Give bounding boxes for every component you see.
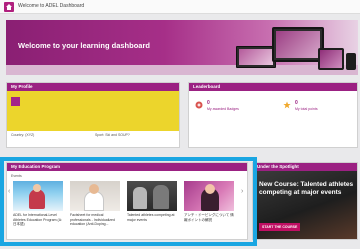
hero-banner: Welcome to your learning dashboard xyxy=(6,20,358,75)
highlight-box xyxy=(0,157,257,246)
avatar[interactable] xyxy=(11,97,20,106)
profile-panel: My Profile Country: (XYZ) Sport: Ski and… xyxy=(6,82,180,148)
top-bar: Welcome to ADEL Dashboard xyxy=(0,0,360,14)
start-course-button[interactable]: START THE COURSE xyxy=(259,223,301,231)
hero-title: Welcome to your learning dashboard xyxy=(18,41,150,50)
points-count: 0 xyxy=(295,100,298,106)
spotlight-title: Under the Spotlight xyxy=(257,164,299,169)
home-icon[interactable] xyxy=(4,2,14,12)
leaderboard-title: Leaderboard xyxy=(193,84,221,89)
phone-illustration xyxy=(346,53,356,70)
leaderboard-header: Leaderboard xyxy=(189,83,357,91)
monitor-illustration xyxy=(272,27,324,62)
profile-sport: Sport: Ski and SOUP? xyxy=(95,133,130,137)
star-icon xyxy=(283,101,291,109)
profile-card xyxy=(7,91,179,131)
profile-header: My Profile xyxy=(7,83,179,91)
spotlight-image[interactable]: New Course: Talented athletes competing … xyxy=(253,171,357,239)
spotlight-headline: New Course: Talented athletes competing … xyxy=(259,181,354,196)
badge-icon xyxy=(195,101,203,109)
tablet-illustration xyxy=(318,48,344,70)
points-label[interactable]: My total points xyxy=(295,107,318,111)
spotlight-panel: Under the Spotlight New Course: Talented… xyxy=(252,162,358,240)
hero-stripe xyxy=(6,65,358,75)
leaderboard-panel: Leaderboard 0 My awarded Badges 0 My tot… xyxy=(188,82,358,148)
badges-count: 0 xyxy=(207,100,210,106)
laptop-illustration xyxy=(236,46,276,68)
badges-label[interactable]: My awarded Badges xyxy=(207,107,239,111)
spotlight-header: Under the Spotlight xyxy=(253,163,357,171)
profile-country: Country: (XYZ) xyxy=(11,133,35,137)
profile-title: My Profile xyxy=(11,84,33,89)
app-title: Welcome to ADEL Dashboard xyxy=(18,3,85,9)
